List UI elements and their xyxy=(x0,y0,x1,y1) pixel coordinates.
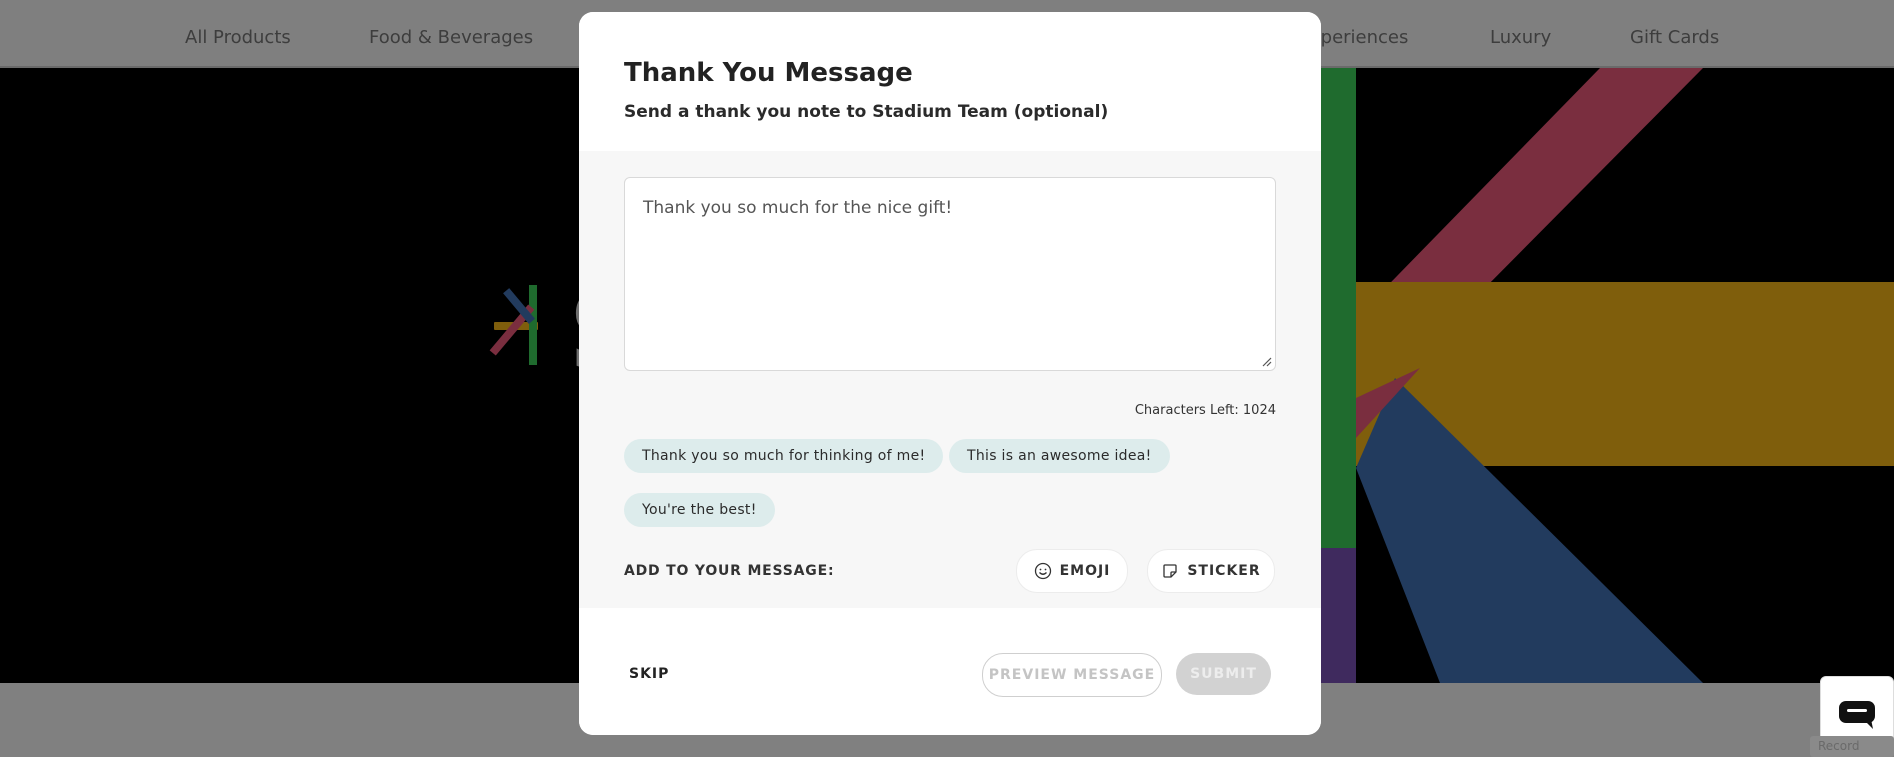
preview-message-button[interactable]: PREVIEW MESSAGE xyxy=(982,653,1162,697)
sticker-icon xyxy=(1163,564,1177,578)
nav-item-experiences[interactable]: xperiences xyxy=(1310,27,1408,48)
sticker-label: STICKER xyxy=(1187,563,1261,579)
nav-item-all-products[interactable]: All Products xyxy=(185,27,291,48)
recorder-label: Record xyxy=(1810,736,1894,757)
modal-footer: SKIP PREVIEW MESSAGE SUBMIT xyxy=(579,608,1321,735)
add-to-message-label: ADD TO YOUR MESSAGE: xyxy=(624,563,835,579)
smiley-icon xyxy=(1034,562,1051,580)
modal-header: Thank You Message Send a thank you note … xyxy=(579,12,1321,150)
nav-item-gift-cards[interactable]: Gift Cards xyxy=(1630,27,1719,48)
modal-title: Thank You Message xyxy=(624,58,913,88)
modal-subtitle: Send a thank you note to Stadium Team (o… xyxy=(624,102,1109,122)
nav-item-food-beverages[interactable]: Food & Beverages xyxy=(369,27,533,48)
logo-mark-green xyxy=(529,285,537,365)
suggestion-chip[interactable]: Thank you so much for thinking of me! xyxy=(624,439,944,473)
suggestion-chip[interactable]: You're the best! xyxy=(624,493,775,527)
resize-handle-icon[interactable] xyxy=(1262,357,1272,367)
nav-item-luxury[interactable]: Luxury xyxy=(1490,27,1551,48)
modal-body: Thank you so much for the nice gift! Cha… xyxy=(579,151,1321,608)
thank-you-modal: Thank You Message Send a thank you note … xyxy=(579,12,1321,735)
message-textarea[interactable]: Thank you so much for the nice gift! xyxy=(624,177,1276,371)
skip-button[interactable]: SKIP xyxy=(629,666,669,682)
emoji-label: EMOJI xyxy=(1059,563,1111,579)
sticker-button[interactable]: STICKER xyxy=(1147,549,1275,593)
emoji-button[interactable]: EMOJI xyxy=(1016,549,1128,593)
message-placeholder: Thank you so much for the nice gift! xyxy=(643,198,953,218)
submit-button[interactable]: SUBMIT xyxy=(1176,653,1271,695)
suggestion-chip[interactable]: This is an awesome idea! xyxy=(949,439,1170,473)
characters-left: Characters Left: 1024 xyxy=(1134,403,1276,418)
